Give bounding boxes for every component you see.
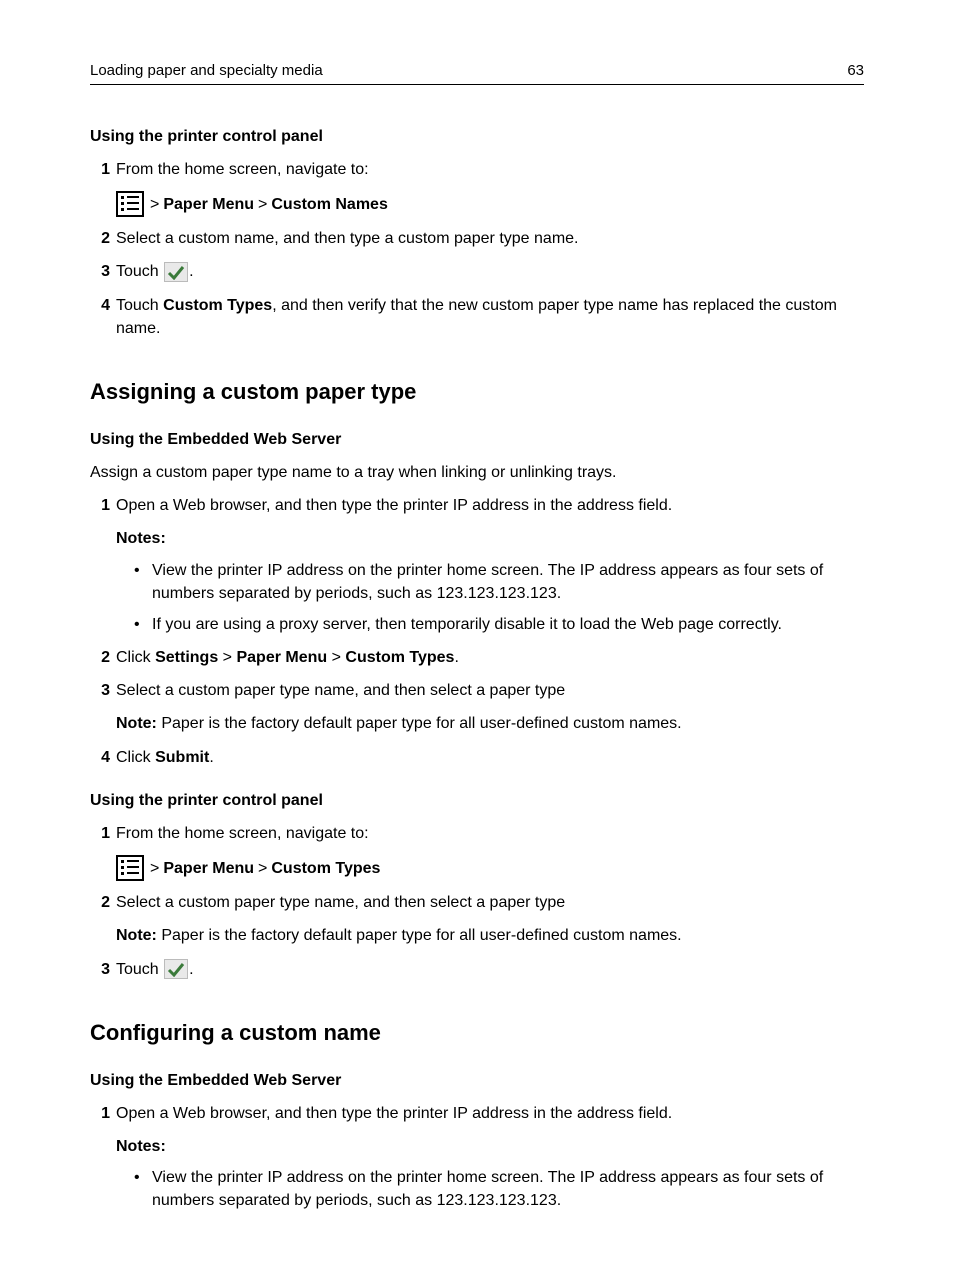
nav-path: > Paper Menu > Custom Names — [116, 191, 864, 217]
sep: > — [150, 857, 159, 880]
s2-heading: Assigning a custom paper type — [90, 376, 864, 408]
note-item: If you are using a proxy server, then te… — [134, 613, 864, 636]
step-text-a: Click — [116, 749, 155, 766]
s3-subheading: Using the Embedded Web Server — [90, 1069, 864, 1092]
page-number: 63 — [847, 60, 864, 82]
note-item: View the printer IP address on the print… — [134, 559, 864, 605]
s2-step3: 3 Select a custom paper type name, and t… — [90, 679, 864, 735]
submit-label: Submit — [155, 749, 209, 766]
s2b-subheading: Using the printer control panel — [90, 789, 864, 812]
step-note: Note: Paper is the factory default paper… — [116, 924, 864, 947]
menu-icon — [116, 855, 144, 881]
notes-label: Notes: — [116, 527, 864, 550]
step-text: From the home screen, navigate to: — [116, 161, 369, 178]
step-number: 1 — [90, 1102, 110, 1125]
step-number: 2 — [90, 891, 110, 914]
sep: > — [150, 193, 159, 216]
s2-step2: 2 Click Settings > Paper Menu > Custom T… — [90, 646, 864, 669]
step-text-a: Touch — [116, 297, 163, 314]
note-text: Paper is the factory default paper type … — [157, 715, 682, 732]
s3-heading: Configuring a custom name — [90, 1017, 864, 1049]
note-item: View the printer IP address on the print… — [134, 1166, 864, 1212]
path-item: Custom Types — [271, 857, 380, 880]
custom-types-label: Custom Types — [163, 297, 272, 314]
path-item: Paper Menu — [236, 649, 327, 666]
step-text-b: . — [189, 961, 193, 978]
note-text: Paper is the factory default paper type … — [157, 927, 682, 944]
s3-step1: 1 Open a Web browser, and then type the … — [90, 1102, 864, 1213]
page-header: Loading paper and specialty media 63 — [90, 60, 864, 85]
step-text-a: Touch — [116, 961, 163, 978]
note-label: Note: — [116, 927, 157, 944]
checkmark-icon — [164, 959, 188, 979]
step-text: Select a custom paper type name, and the… — [116, 682, 565, 699]
step-number: 3 — [90, 260, 110, 283]
path-item: Custom Types — [345, 649, 454, 666]
step-number: 1 — [90, 158, 110, 181]
step-number: 2 — [90, 227, 110, 250]
header-title: Loading paper and specialty media — [90, 60, 323, 82]
checkmark-icon — [164, 262, 188, 282]
s2-intro: Assign a custom paper type name to a tra… — [90, 461, 864, 484]
sep: > — [218, 649, 236, 666]
step-text-a: Click — [116, 649, 155, 666]
step-text: Select a custom name, and then type a cu… — [116, 230, 578, 247]
s2-step1: 1 Open a Web browser, and then type the … — [90, 494, 864, 636]
notes-label: Notes: — [116, 1135, 864, 1158]
step-text-b: . — [189, 263, 193, 280]
step-text: From the home screen, navigate to: — [116, 825, 369, 842]
step-text-a: Touch — [116, 263, 163, 280]
s2b-step2: 2 Select a custom paper type name, and t… — [90, 891, 864, 947]
path-item: Custom Names — [271, 193, 387, 216]
path-item: Paper Menu — [163, 857, 254, 880]
s1-step2: 2 Select a custom name, and then type a … — [90, 227, 864, 250]
path-item: Paper Menu — [163, 193, 254, 216]
s2b-step3: 3 Touch . — [90, 958, 864, 981]
step-number: 3 — [90, 679, 110, 702]
sep: > — [327, 649, 345, 666]
step-number: 4 — [90, 746, 110, 769]
step-number: 3 — [90, 958, 110, 981]
note-label: Note: — [116, 715, 157, 732]
s1-step1: 1 From the home screen, navigate to: > P… — [90, 158, 864, 217]
s2a-subheading: Using the Embedded Web Server — [90, 428, 864, 451]
step-number: 2 — [90, 646, 110, 669]
s1-step4: 4 Touch Custom Types, and then verify th… — [90, 294, 864, 340]
step-number: 1 — [90, 494, 110, 517]
path-item: Settings — [155, 649, 218, 666]
step-text: Select a custom paper type name, and the… — [116, 894, 565, 911]
menu-icon — [116, 191, 144, 217]
step-note: Note: Paper is the factory default paper… — [116, 712, 864, 735]
sep: > — [258, 857, 267, 880]
s1-step3: 3 Touch . — [90, 260, 864, 283]
period: . — [454, 649, 458, 666]
step-text: Open a Web browser, and then type the pr… — [116, 1105, 672, 1122]
s2-step4: 4 Click Submit. — [90, 746, 864, 769]
step-number: 4 — [90, 294, 110, 317]
sep: > — [258, 193, 267, 216]
nav-path: > Paper Menu > Custom Types — [116, 855, 864, 881]
s2b-step1: 1 From the home screen, navigate to: > P… — [90, 822, 864, 881]
step-number: 1 — [90, 822, 110, 845]
step-text-b: . — [209, 749, 213, 766]
s1-heading: Using the printer control panel — [90, 125, 864, 148]
step-text: Open a Web browser, and then type the pr… — [116, 497, 672, 514]
